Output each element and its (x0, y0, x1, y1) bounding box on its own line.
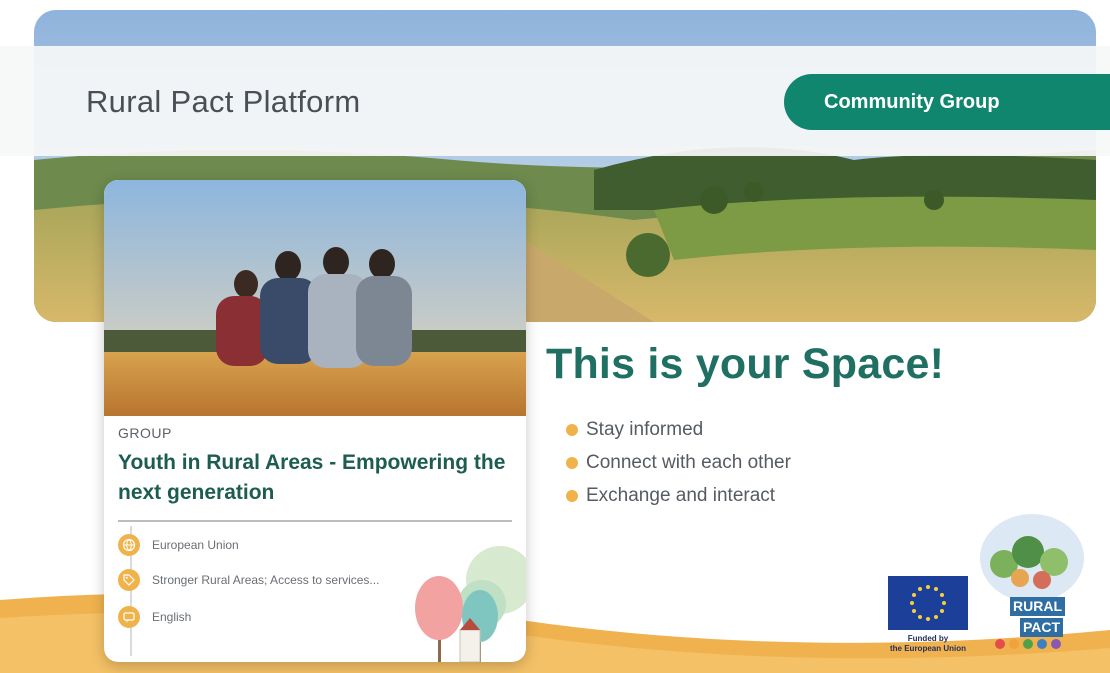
community-group-badge: Community Group (784, 74, 1110, 130)
eu-caption-line1: Funded by (907, 634, 949, 643)
benefit-text: Exchange and interact (586, 484, 776, 506)
meta-row-topics: Stronger Rural Areas; Access to services… (118, 568, 379, 592)
group-card-photo (104, 180, 526, 416)
benefit-item: Stay informed (566, 413, 791, 446)
platform-title: Rural Pact Platform (86, 84, 361, 119)
meta-topics-text: Stronger Rural Areas; Access to services… (152, 573, 380, 587)
eu-flag-logo (888, 576, 968, 630)
hero-headline: This is your Space! (546, 340, 945, 388)
bullet-dot-icon (566, 456, 578, 469)
rural-pact-word-pact: PACT (1020, 618, 1064, 637)
group-kicker: GROUP (118, 425, 172, 441)
meta-row-language: English (118, 605, 191, 629)
trees-illustration (415, 546, 526, 662)
language-icon (118, 606, 140, 628)
group-title[interactable]: Youth in Rural Areas - Empowering the ne… (118, 448, 522, 508)
rural-pact-word-rural: RURAL (1010, 597, 1065, 616)
bullet-dot-icon (566, 489, 578, 502)
meta-location-text: European Union (152, 538, 239, 552)
card-divider (118, 520, 512, 522)
meta-language-text: English (152, 610, 192, 624)
benefit-text: Stay informed (586, 418, 704, 440)
benefit-item: Connect with each other (566, 446, 791, 479)
eu-funding-caption: Funded by the European Union (870, 634, 986, 654)
benefit-text: Connect with each other (586, 451, 791, 473)
group-card[interactable]: GROUP Youth in Rural Areas - Empowering … (104, 180, 526, 662)
bullet-dot-icon (566, 423, 578, 436)
benefit-item: Exchange and interact (566, 479, 791, 512)
tag-icon (118, 569, 140, 591)
eu-caption-line2: the European Union (890, 644, 966, 653)
meta-row-location: European Union (118, 533, 239, 557)
globe-icon (118, 534, 140, 556)
presentation-slide: Rural Pact Platform Community Group GROU… (0, 0, 1110, 673)
benefit-list: Stay informed Connect with each other Ex… (566, 413, 791, 512)
